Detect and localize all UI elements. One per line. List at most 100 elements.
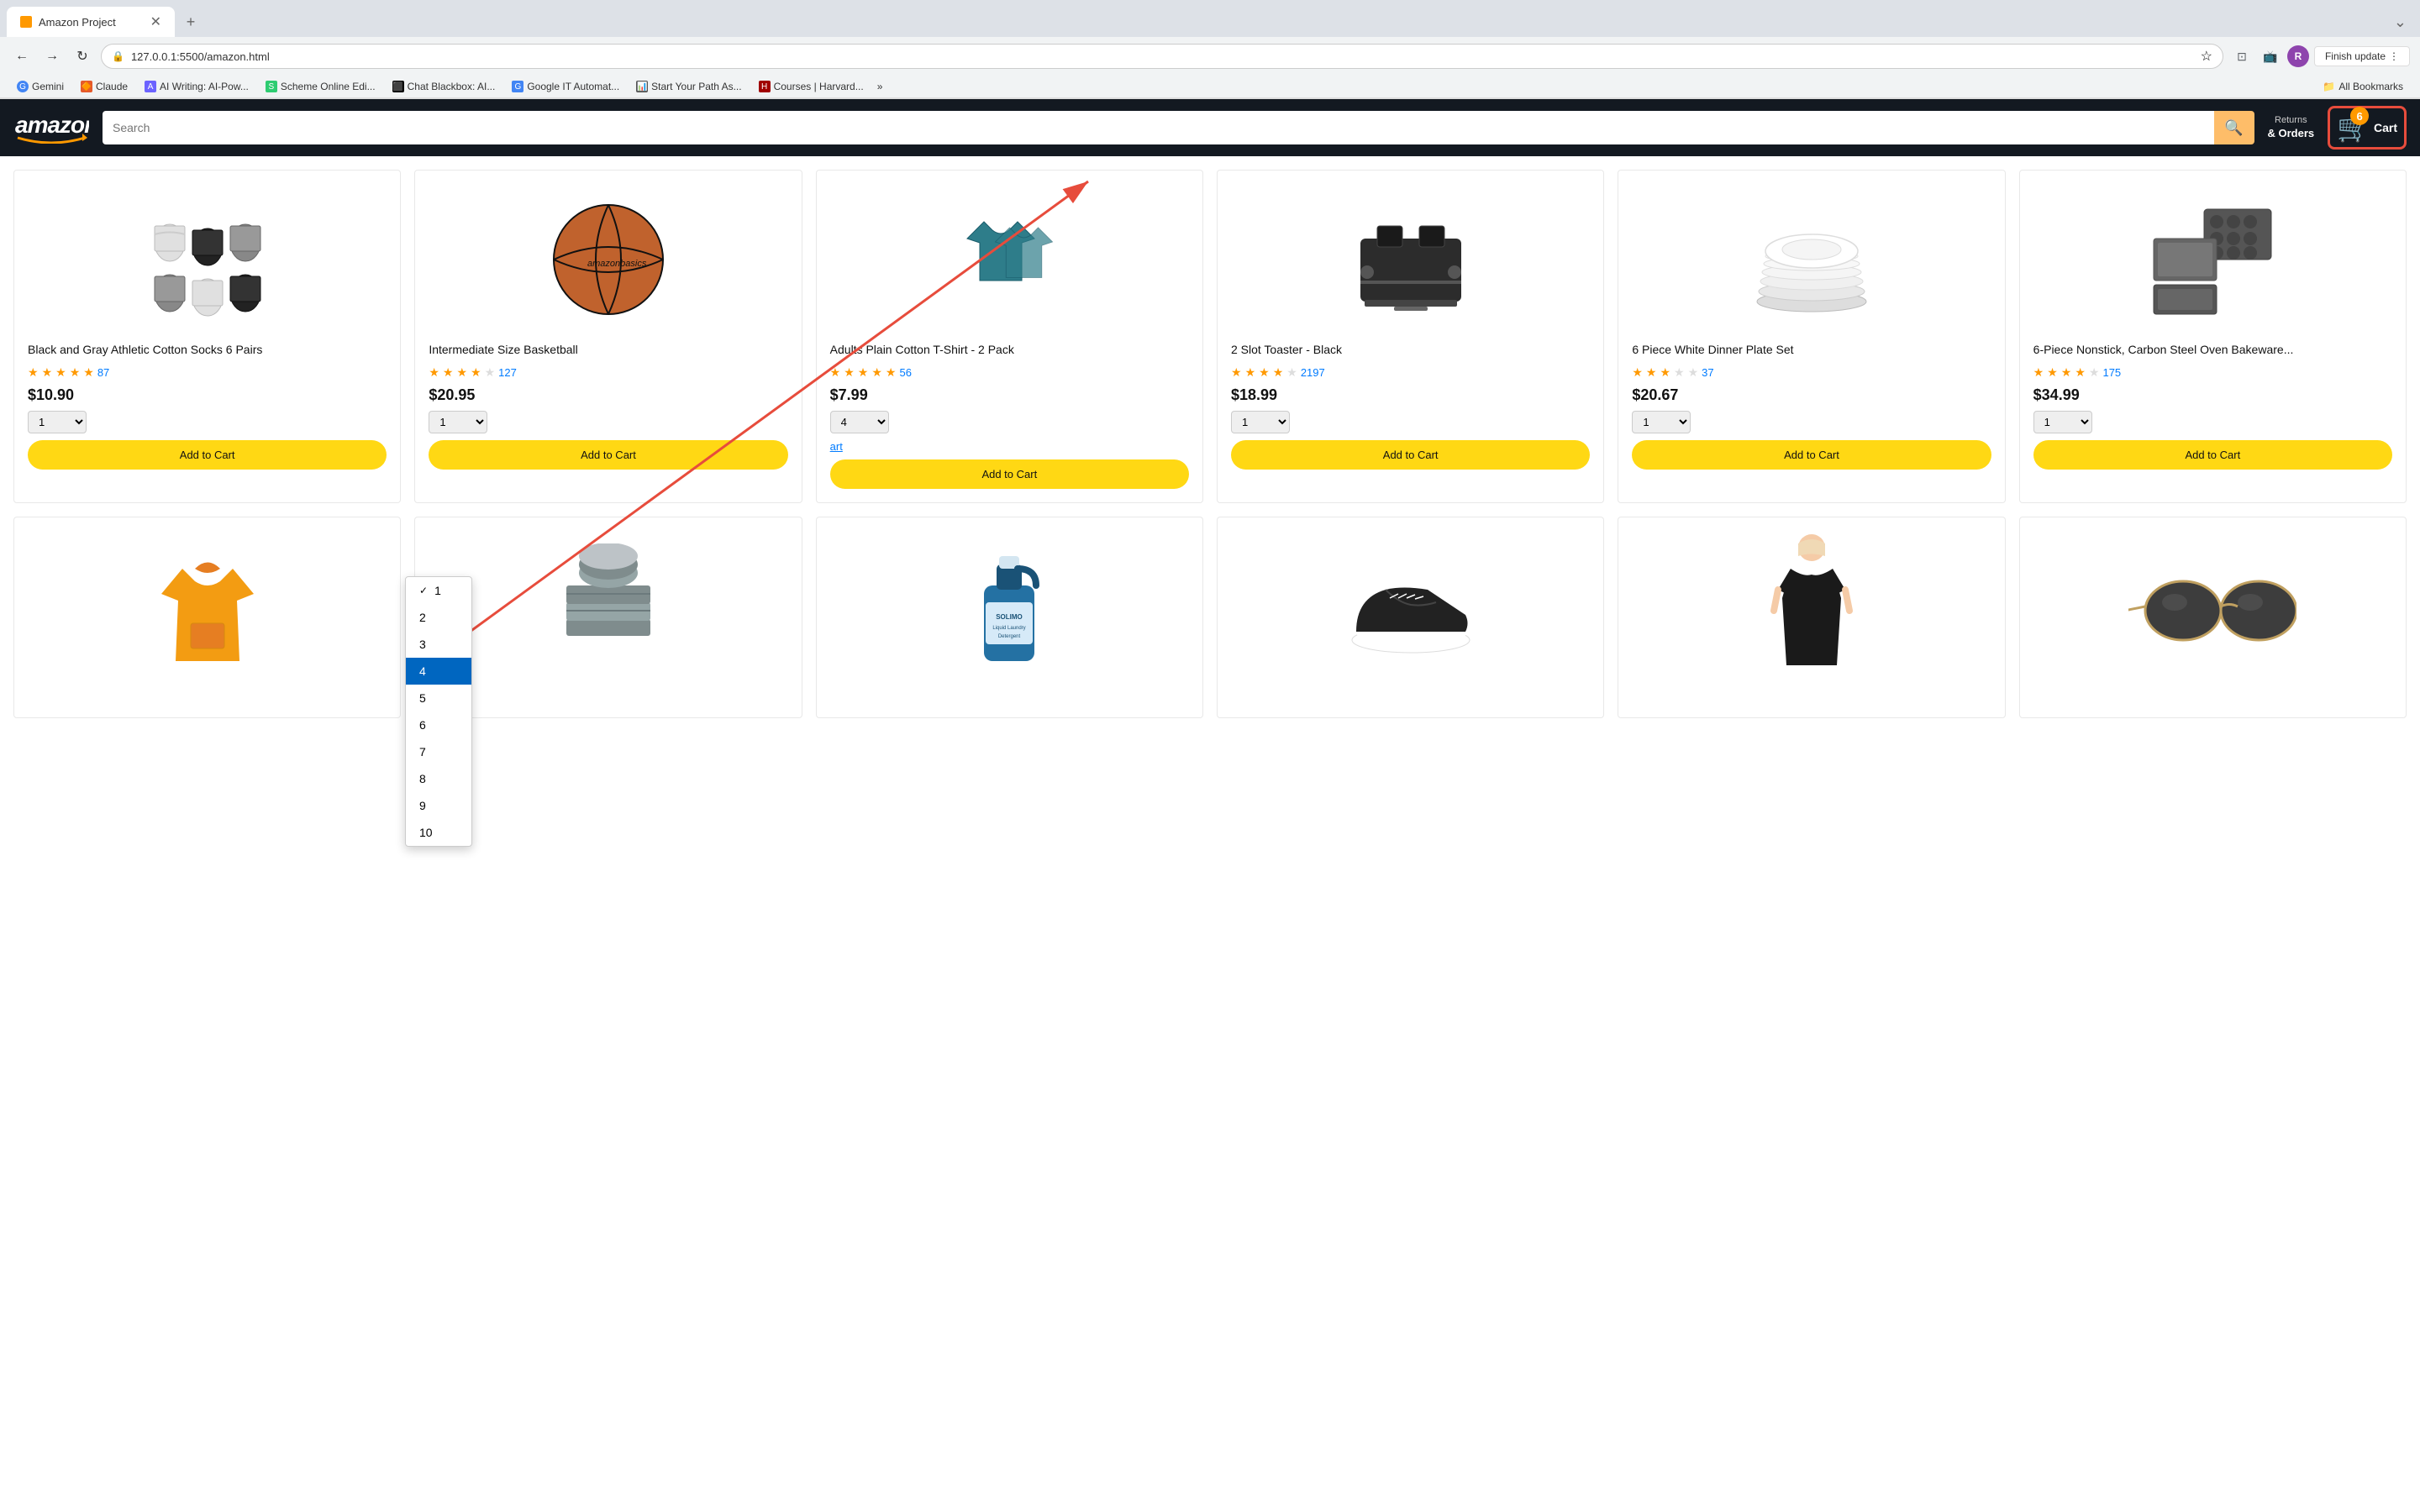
cart-icon-container: 🛒 6 <box>2337 112 2370 144</box>
dress-image <box>1765 531 1858 682</box>
product-image-towels <box>429 531 787 682</box>
star-3: ★ <box>1259 365 1270 380</box>
quantity-select-bakeware[interactable]: 12345 <box>2033 411 2092 433</box>
active-tab[interactable]: Amazon Project ✕ <box>7 7 175 37</box>
product-price-tshirt: $7.99 <box>830 386 1189 404</box>
star-1: ★ <box>1231 365 1242 380</box>
reload-button[interactable]: ↻ <box>71 45 94 68</box>
dropdown-option-7: 7 <box>419 745 426 759</box>
product-card-sneakers <box>1217 517 1604 718</box>
products-grid-row2: SOLIMO Liquid Laundry Detergent <box>13 517 2407 718</box>
bookmarks-more-button[interactable]: » <box>877 81 883 92</box>
dropdown-item-9[interactable]: 9 <box>406 792 471 819</box>
bookmark-claude[interactable]: 🔶 Claude <box>74 79 134 94</box>
tabs-more-button[interactable]: ⌄ <box>2387 10 2413 34</box>
amazon-search: 🔍 <box>103 111 2254 144</box>
tab-close-button[interactable]: ✕ <box>150 13 161 30</box>
review-count-toaster[interactable]: 2197 <box>1301 366 1325 379</box>
products-container: Black and Gray Athletic Cotton Socks 6 P… <box>0 156 2420 732</box>
new-tab-button[interactable]: + <box>178 9 203 34</box>
product-price-socks: $10.90 <box>28 386 387 404</box>
check-mark: ✓ <box>419 585 428 596</box>
bookmark-star-icon[interactable]: ☆ <box>2201 48 2212 65</box>
dropdown-option-3: 3 <box>419 638 426 651</box>
search-button[interactable]: 🔍 <box>2214 111 2254 144</box>
add-to-cart-toaster[interactable]: Add to Cart <box>1231 440 1590 470</box>
url-input[interactable]: 127.0.0.1:5500/amazon.html <box>131 50 2194 63</box>
dropdown-item-10[interactable]: 10 <box>406 819 471 846</box>
dropdown-item-8[interactable]: 8 <box>406 765 471 792</box>
quantity-select-basketball[interactable]: 12345 <box>429 411 487 433</box>
review-count-plates[interactable]: 37 <box>1702 366 1713 379</box>
product-card-hoodie <box>13 517 401 718</box>
review-count-basketball[interactable]: 127 <box>498 366 517 379</box>
review-count-bakeware[interactable]: 175 <box>2102 366 2121 379</box>
product-rating-tshirt: ★ ★ ★ ★ ★ 56 <box>830 365 1189 380</box>
already-in-cart-link[interactable]: art <box>830 440 1189 453</box>
bookmark-ai-writing[interactable]: A AI Writing: AI-Pow... <box>138 79 255 94</box>
bookmark-harvard[interactable]: H Courses | Harvard... <box>752 79 871 94</box>
cast-button[interactable]: 📺 <box>2259 45 2282 68</box>
quantity-select-plates[interactable]: 12345 <box>1632 411 1691 433</box>
dropdown-item-6[interactable]: 6 <box>406 711 471 738</box>
bookmark-google-it[interactable]: G Google IT Automat... <box>505 79 626 94</box>
bookmark-claude-label: Claude <box>96 81 128 92</box>
product-card-bakeware: 6-Piece Nonstick, Carbon Steel Oven Bake… <box>2019 170 2407 503</box>
product-image-sneakers <box>1231 531 1590 682</box>
quantity-dropdown[interactable]: ✓ 1 2 3 4 5 6 7 8 9 10 <box>405 576 472 847</box>
star-3: ★ <box>858 365 869 380</box>
add-to-cart-bakeware[interactable]: Add to Cart <box>2033 440 2392 470</box>
star-2: ★ <box>2047 365 2058 380</box>
bookmark-scheme[interactable]: S Scheme Online Edi... <box>259 79 382 94</box>
finish-update-button[interactable]: Finish update ⋮ <box>2314 46 2410 66</box>
forward-button[interactable]: → <box>40 45 64 68</box>
product-card-detergent: SOLIMO Liquid Laundry Detergent <box>816 517 1203 718</box>
dropdown-item-7[interactable]: 7 <box>406 738 471 765</box>
tab-favicon <box>20 16 32 28</box>
add-to-cart-socks[interactable]: Add to Cart <box>28 440 387 470</box>
product-rating-basketball: ★ ★ ★ ★ ★ 127 <box>429 365 787 380</box>
star-half: ★ <box>886 365 897 380</box>
cart-wrapper: 🛒 6 Cart <box>2328 106 2407 150</box>
svg-text:SOLIMO: SOLIMO <box>997 613 1023 621</box>
product-card-tshirt: Adults Plain Cotton T-Shirt - 2 Pack ★ ★… <box>816 170 1203 503</box>
dropdown-item-3[interactable]: 3 <box>406 631 471 658</box>
harvard-icon: H <box>759 81 771 92</box>
star-1: ★ <box>830 365 841 380</box>
bookmark-gemini[interactable]: G Gemini <box>10 79 71 94</box>
add-to-cart-basketball[interactable]: Add to Cart <box>429 440 787 470</box>
back-button[interactable]: ← <box>10 45 34 68</box>
product-price-toaster: $18.99 <box>1231 386 1590 404</box>
amazon-logo[interactable]: amazon <box>13 106 89 150</box>
dropdown-item-1[interactable]: ✓ 1 <box>406 577 471 604</box>
bookmark-google-it-label: Google IT Automat... <box>527 81 619 92</box>
extensions-button[interactable]: ⊡ <box>2230 45 2254 68</box>
bookmark-start-path[interactable]: 📊 Start Your Path As... <box>629 79 748 94</box>
review-count-tshirt[interactable]: 56 <box>899 366 911 379</box>
add-to-cart-plates[interactable]: Add to Cart <box>1632 440 1991 470</box>
dropdown-option-8: 8 <box>419 772 426 785</box>
search-input[interactable] <box>103 111 2214 144</box>
address-bar[interactable]: 🔒 127.0.0.1:5500/amazon.html ☆ <box>101 44 2223 69</box>
review-count-socks[interactable]: 87 <box>97 366 109 379</box>
quantity-select-toaster[interactable]: 12345 <box>1231 411 1290 433</box>
cart-button[interactable]: 🛒 6 Cart <box>2337 112 2397 144</box>
star-3: ★ <box>55 365 66 380</box>
claude-icon: 🔶 <box>81 81 92 92</box>
product-rating-plates: ★ ★ ★ ★ ★ 37 <box>1632 365 1991 380</box>
dropdown-item-4[interactable]: 4 <box>406 658 471 685</box>
quantity-select-tshirt[interactable]: 12345 <box>830 411 889 433</box>
dropdown-item-2[interactable]: 2 <box>406 604 471 631</box>
dropdown-option-9: 9 <box>419 799 426 812</box>
dropdown-item-5[interactable]: 5 <box>406 685 471 711</box>
product-title-socks: Black and Gray Athletic Cotton Socks 6 P… <box>28 342 387 359</box>
returns-orders-button[interactable]: Returns & Orders <box>2268 114 2315 140</box>
add-to-cart-tshirt[interactable]: Add to Cart <box>830 459 1189 489</box>
dropdown-option-10: 10 <box>419 826 433 839</box>
profile-avatar[interactable]: R <box>2287 45 2309 67</box>
quantity-select-socks[interactable]: 12345 <box>28 411 87 433</box>
bookmark-blackbox[interactable]: ⬛ Chat Blackbox: AI... <box>386 79 502 94</box>
all-bookmarks-folder[interactable]: 📁 All Bookmarks <box>2316 79 2410 94</box>
hoodie-image <box>157 543 258 669</box>
star-2: ★ <box>1245 365 1256 380</box>
